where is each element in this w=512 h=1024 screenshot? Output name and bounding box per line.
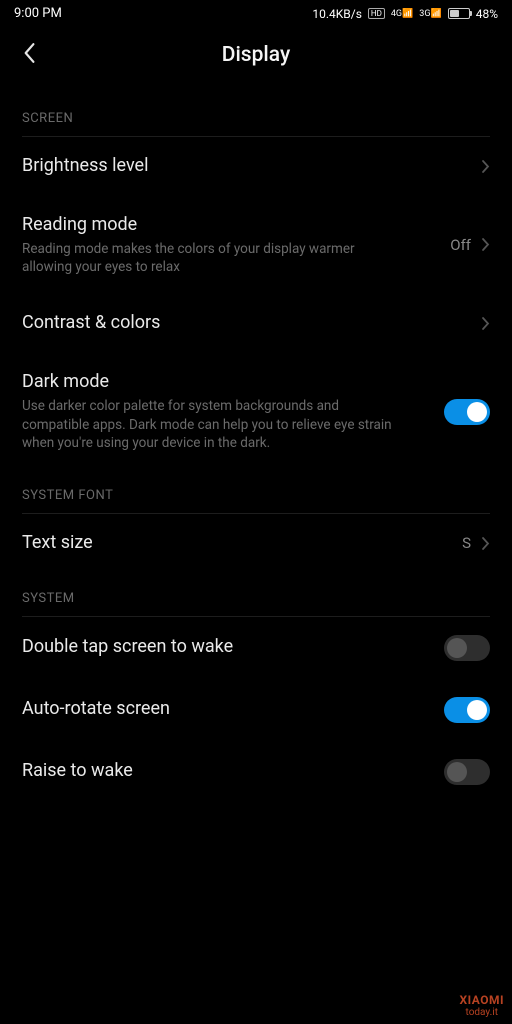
settings-content: SCREEN Brightness level Reading mode Rea… [0,87,512,803]
dark-mode-toggle[interactable] [444,399,490,425]
chevron-right-icon [481,159,490,174]
section-system-font: SYSTEM FONT [22,470,490,514]
row-title: Contrast & colors [22,312,469,335]
section-screen: SCREEN [22,93,490,137]
network-speed: 10.4KB/s [312,7,362,21]
row-auto-rotate: Auto-rotate screen [22,679,490,741]
row-title: Dark mode [22,371,432,394]
hd-badge-icon: HD [368,8,385,19]
watermark: XIAOMI today.it [460,994,504,1018]
row-title: Raise to wake [22,760,432,783]
battery-icon [448,8,470,19]
row-title: Brightness level [22,155,469,178]
row-contrast-colors[interactable]: Contrast & colors [22,294,490,353]
row-reading-mode[interactable]: Reading mode Reading mode makes the colo… [22,196,490,295]
row-text-size[interactable]: Text size S [22,514,490,573]
row-double-tap-wake: Double tap screen to wake [22,617,490,679]
row-title: Auto-rotate screen [22,698,432,721]
row-value: Off [450,236,471,254]
auto-rotate-toggle[interactable] [444,697,490,723]
signal-4g-icon: 4G📶 [391,9,413,19]
status-time: 9:00 PM [14,6,62,21]
row-raise-wake: Raise to wake [22,741,490,803]
chevron-right-icon [481,536,490,551]
raise-wake-toggle[interactable] [444,759,490,785]
back-button[interactable] [22,42,36,68]
double-tap-toggle[interactable] [444,635,490,661]
watermark-site: today.it [460,1007,504,1018]
row-title: Reading mode [22,214,438,237]
row-title: Double tap screen to wake [22,636,432,659]
row-value: S [462,534,471,552]
chevron-right-icon [481,237,490,252]
section-system: SYSTEM [22,573,490,617]
battery-percent: 48% [476,7,498,21]
row-brightness-level[interactable]: Brightness level [22,137,490,196]
row-title: Text size [22,532,450,555]
status-bar: 9:00 PM 10.4KB/s HD 4G📶 3G📶 48% [0,0,512,25]
watermark-brand: XIAOMI [460,994,504,1007]
page-title: Display [20,43,492,67]
header: Display [0,25,512,87]
row-subtitle: Use darker color palette for system back… [22,397,402,452]
signal-3g-icon: 3G📶 [419,9,441,19]
row-dark-mode: Dark mode Use darker color palette for s… [22,353,490,470]
row-subtitle: Reading mode makes the colors of your di… [22,240,402,276]
chevron-left-icon [22,42,36,64]
status-right: 10.4KB/s HD 4G📶 3G📶 48% [312,7,498,21]
chevron-right-icon [481,316,490,331]
